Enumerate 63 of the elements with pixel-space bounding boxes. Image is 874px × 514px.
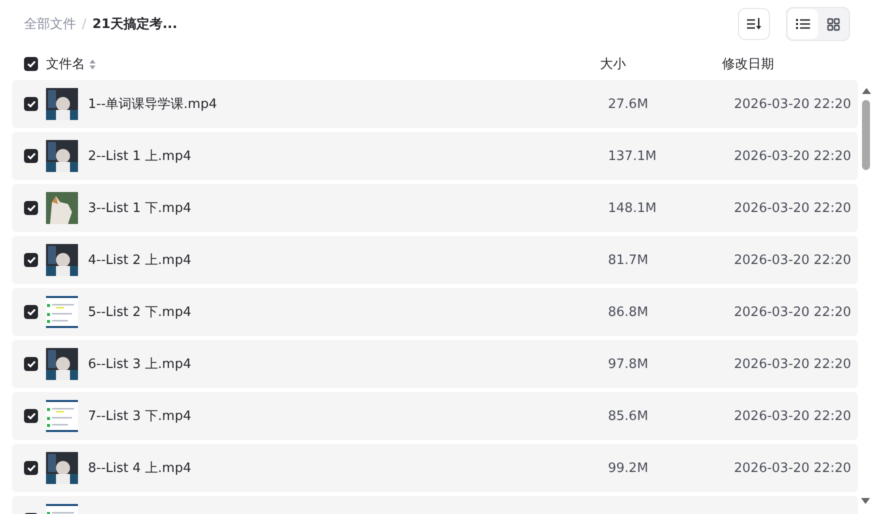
- file-row[interactable]: 4--List 2 上.mp4 81.7M 2026-03-20 22:20: [12, 236, 858, 284]
- sort-icon: [747, 18, 761, 30]
- file-row[interactable]: 2--List 1 上.mp4 137.1M 2026-03-20 22:20: [12, 132, 858, 180]
- file-size: 99.2M: [608, 460, 648, 476]
- file-size: 97.8M: [608, 356, 648, 372]
- column-header[interactable]: 文件名: [46, 55, 85, 73]
- file-name: 4--List 2 上.mp4: [88, 253, 192, 268]
- column-header[interactable]: 大小: [600, 57, 626, 72]
- checkbox[interactable]: [24, 305, 38, 319]
- breadcrumb-item[interactable]: 21天搞定考...: [92, 15, 178, 33]
- file-name: 7--List 3 下.mp4: [88, 409, 192, 424]
- document-thumbnail: [46, 296, 78, 328]
- video-thumbnail: [46, 88, 78, 120]
- file-name: 5--List 2 下.mp4: [88, 305, 192, 320]
- file-size: 85.6M: [608, 408, 648, 424]
- modified-date: 2026-03-20 22:20: [734, 408, 852, 424]
- dog-photo-thumbnail: [46, 192, 78, 224]
- modified-date: 2026-03-20 22:20: [734, 252, 852, 268]
- file-size: 137.1M: [608, 148, 656, 164]
- file-name: 6--List 3 上.mp4: [88, 357, 192, 372]
- sort-icon[interactable]: [89, 58, 96, 70]
- file-size: 27.6M: [608, 96, 648, 112]
- file-name: 3--List 1 下.mp4: [88, 201, 192, 216]
- sort-button[interactable]: [738, 8, 770, 40]
- file-name: 8--List 4 上.mp4: [88, 461, 192, 476]
- list-view-button[interactable]: [788, 9, 818, 39]
- modified-date: 2026-03-20 22:20: [734, 96, 852, 112]
- list-icon: [796, 18, 810, 30]
- video-thumbnail: [46, 140, 78, 172]
- modified-date: 2026-03-20 22:20: [734, 304, 852, 320]
- modified-date: 2026-03-20 22:20: [734, 200, 852, 216]
- file-row[interactable]: 7--List 3 下.mp4 85.6M 2026-03-20 22:20: [12, 392, 858, 440]
- checkbox[interactable]: [24, 409, 38, 423]
- file-row[interactable]: 5--List 2 下.mp4 86.8M 2026-03-20 22:20: [12, 288, 858, 336]
- file-row[interactable]: 8--List 4 上.mp4 99.2M 2026-03-20 22:20: [12, 444, 858, 492]
- checkbox[interactable]: [24, 149, 38, 163]
- scroll-up-icon[interactable]: [862, 88, 870, 94]
- modified-date: 2026-03-20 22:20: [734, 460, 852, 476]
- video-thumbnail: [46, 244, 78, 276]
- modified-date: 2026-03-20 22:20: [734, 356, 852, 372]
- file-size: 81.7M: [608, 252, 648, 268]
- document-thumbnail: [46, 400, 78, 432]
- checkbox[interactable]: [24, 357, 38, 371]
- file-row[interactable]: 6--List 3 上.mp4 97.8M 2026-03-20 22:20: [12, 340, 858, 388]
- file-row[interactable]: 3--List 1 下.mp4 148.1M 2026-03-20 22:20: [12, 184, 858, 232]
- checkbox[interactable]: [24, 201, 38, 215]
- file-size: 148.1M: [608, 200, 656, 216]
- file-row[interactable]: 1--单词课导学课.mp4 27.6M 2026-03-20 22:20: [12, 80, 858, 128]
- modified-date: 2026-03-20 22:20: [734, 148, 852, 164]
- file-name: 1--单词课导学课.mp4: [88, 97, 217, 112]
- file-name: 2--List 1 上.mp4: [88, 149, 192, 164]
- column-header[interactable]: 修改日期: [722, 57, 774, 72]
- scrollbar-thumb[interactable]: [862, 100, 870, 170]
- video-thumbnail: [46, 348, 78, 380]
- checkbox[interactable]: [24, 97, 38, 111]
- scroll-down-icon[interactable]: [861, 498, 870, 504]
- file-size: 86.8M: [608, 304, 648, 320]
- breadcrumb-separator: /: [82, 16, 86, 32]
- checkbox[interactable]: [24, 253, 38, 267]
- video-thumbnail: [46, 452, 78, 484]
- checkbox[interactable]: [24, 461, 38, 475]
- checkbox[interactable]: [24, 57, 38, 71]
- grid-icon: [826, 18, 840, 30]
